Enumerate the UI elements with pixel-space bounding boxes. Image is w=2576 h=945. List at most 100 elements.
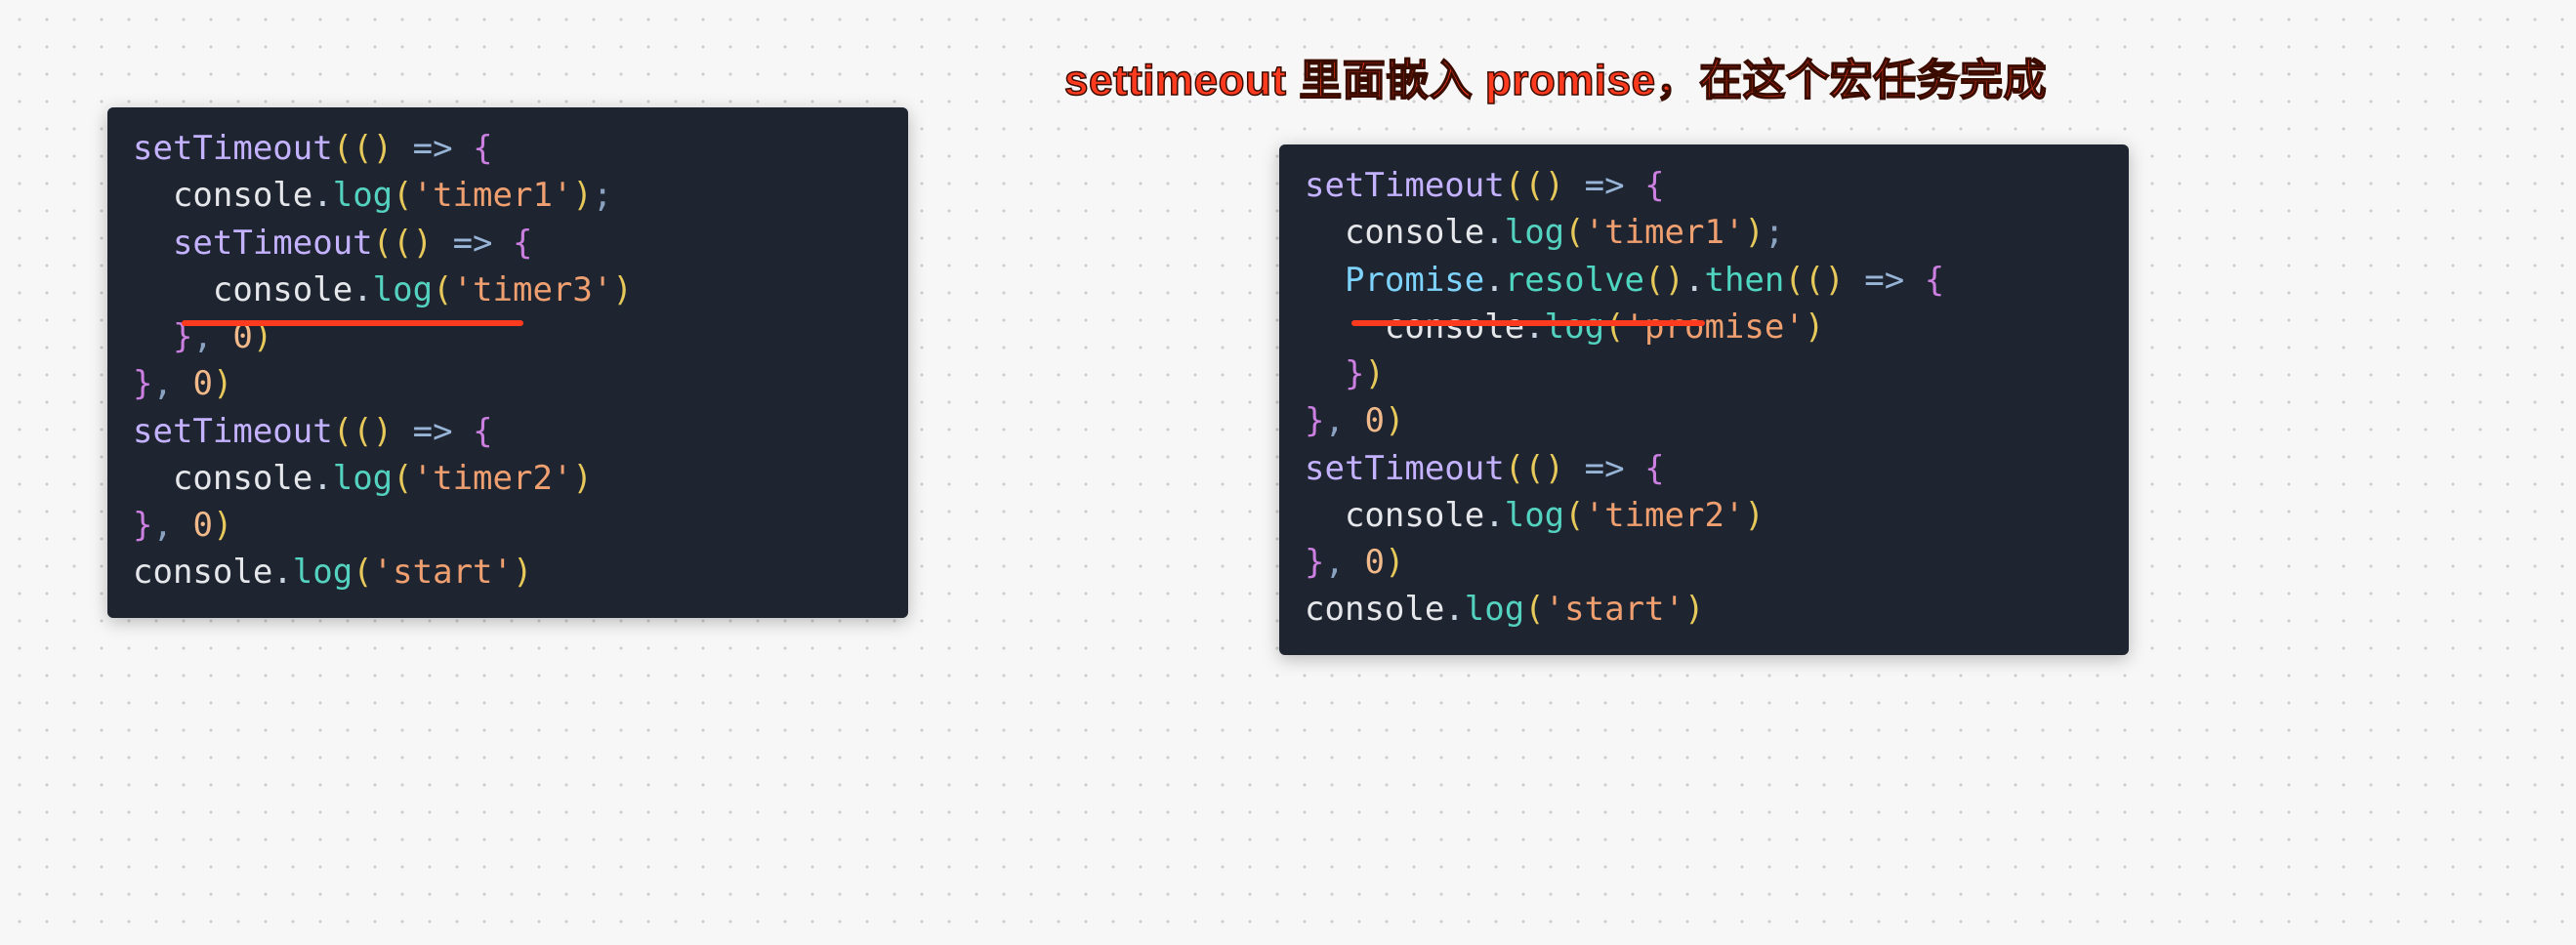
code-token: . (1484, 261, 1504, 300)
code-token: ; (593, 176, 612, 215)
code-line: }, 0) (133, 360, 883, 407)
code-block-left: setTimeout(() => { console.log('timer1')… (107, 107, 908, 618)
code-line: }, 0) (1305, 397, 2103, 444)
code-token (1305, 308, 1385, 347)
code-token: Promise (1345, 261, 1484, 300)
code-token: 'timer2' (413, 459, 573, 498)
code-token: resolve (1505, 261, 1644, 300)
code-token: 0 (192, 364, 212, 403)
code-token: then (1704, 261, 1784, 300)
code-token (173, 364, 192, 403)
code-token: { (1644, 166, 1664, 205)
code-token: ) (513, 553, 532, 592)
code-token: console (173, 176, 312, 215)
code-token: log (1505, 496, 1564, 535)
code-token: ) (572, 176, 592, 215)
code-token: console (1305, 590, 1444, 629)
code-token: . (1524, 308, 1544, 347)
code-token: . (1444, 590, 1464, 629)
code-token: . (312, 459, 332, 498)
code-token: ) (612, 270, 632, 309)
code-token: , (152, 506, 172, 545)
code-line: console.log('timer1'); (133, 172, 883, 219)
code-token: ( (1604, 308, 1624, 347)
code-token: 'start' (1545, 590, 1684, 629)
code-token: ) (1744, 213, 1764, 252)
code-token (133, 317, 173, 356)
code-token: => (1585, 166, 1625, 205)
code-line: Promise.resolve().then(() => { (1305, 257, 2103, 304)
code-token: setTimeout (1305, 449, 1505, 488)
code-token: 0 (192, 506, 212, 545)
code-token (1305, 496, 1345, 535)
code-token: ) (1385, 401, 1404, 440)
code-token: } (1305, 543, 1324, 582)
code-token: ) (213, 364, 232, 403)
code-token: ) (1805, 308, 1824, 347)
code-token: 0 (1364, 543, 1384, 582)
code-token (393, 412, 412, 451)
code-line: setTimeout(() => { (1305, 445, 2103, 492)
code-token: , (152, 364, 172, 403)
code-token: ( (1505, 166, 1524, 205)
code-line: }, 0) (1305, 539, 2103, 586)
code-token (1305, 213, 1345, 252)
code-line: console.log('promise') (1305, 304, 2103, 350)
code-line: console.log('timer3') (133, 267, 883, 313)
code-token (1305, 354, 1345, 393)
code-token: ( (1564, 496, 1584, 535)
code-token: , (1324, 543, 1344, 582)
code-line: console.log('timer2') (1305, 492, 2103, 539)
code-line: console.log('start') (133, 549, 883, 596)
code-token: { (473, 129, 492, 168)
code-token: } (1305, 401, 1324, 440)
code-token: () (353, 412, 393, 451)
code-token: log (293, 553, 353, 592)
code-token: log (333, 459, 393, 498)
code-token: () (1524, 166, 1564, 205)
code-line: console.log('timer2') (133, 455, 883, 502)
code-token: { (1644, 449, 1664, 488)
code-line: setTimeout(() => { (133, 125, 883, 172)
code-token: ( (1524, 590, 1544, 629)
code-line: setTimeout(() => { (1305, 162, 2103, 209)
code-token (493, 224, 513, 263)
code-token: } (133, 506, 152, 545)
code-token: . (312, 176, 332, 215)
code-token: } (1345, 354, 1364, 393)
code-token: ( (393, 176, 412, 215)
code-token: setTimeout (1305, 166, 1505, 205)
code-token: log (1545, 308, 1604, 347)
code-token: ( (373, 224, 393, 263)
code-token (133, 224, 173, 263)
code-line: setTimeout(() => { (133, 220, 883, 267)
code-token: 'start' (373, 553, 513, 592)
code-token (133, 176, 173, 215)
code-token: . (1484, 496, 1504, 535)
code-token: ) (1385, 543, 1404, 582)
code-token: console (1345, 213, 1484, 252)
code-token: ( (1505, 449, 1524, 488)
code-token (173, 506, 192, 545)
code-line: console.log('timer1'); (1305, 209, 2103, 256)
underline-left-settimeout (182, 320, 523, 326)
code-token: 'timer2' (1585, 496, 1745, 535)
code-token: => (413, 412, 453, 451)
code-token: { (473, 412, 492, 451)
code-token: ) (1364, 354, 1384, 393)
code-token (1345, 543, 1364, 582)
code-token: => (1585, 449, 1625, 488)
code-token (133, 459, 173, 498)
code-line: }) (1305, 350, 2103, 397)
code-token (1564, 166, 1584, 205)
code-token (393, 129, 412, 168)
code-token: ) (213, 506, 232, 545)
code-token: => (453, 224, 493, 263)
code-token: => (413, 129, 453, 168)
underline-right-promise-resolve (1351, 320, 1705, 326)
code-token (1564, 449, 1584, 488)
code-token: 0 (1364, 401, 1384, 440)
canvas: settimeout 里面嵌入 promise，在这个宏任务完成 setTime… (0, 0, 2576, 945)
code-token: ) (1744, 496, 1764, 535)
code-token: 'promise' (1625, 308, 1805, 347)
